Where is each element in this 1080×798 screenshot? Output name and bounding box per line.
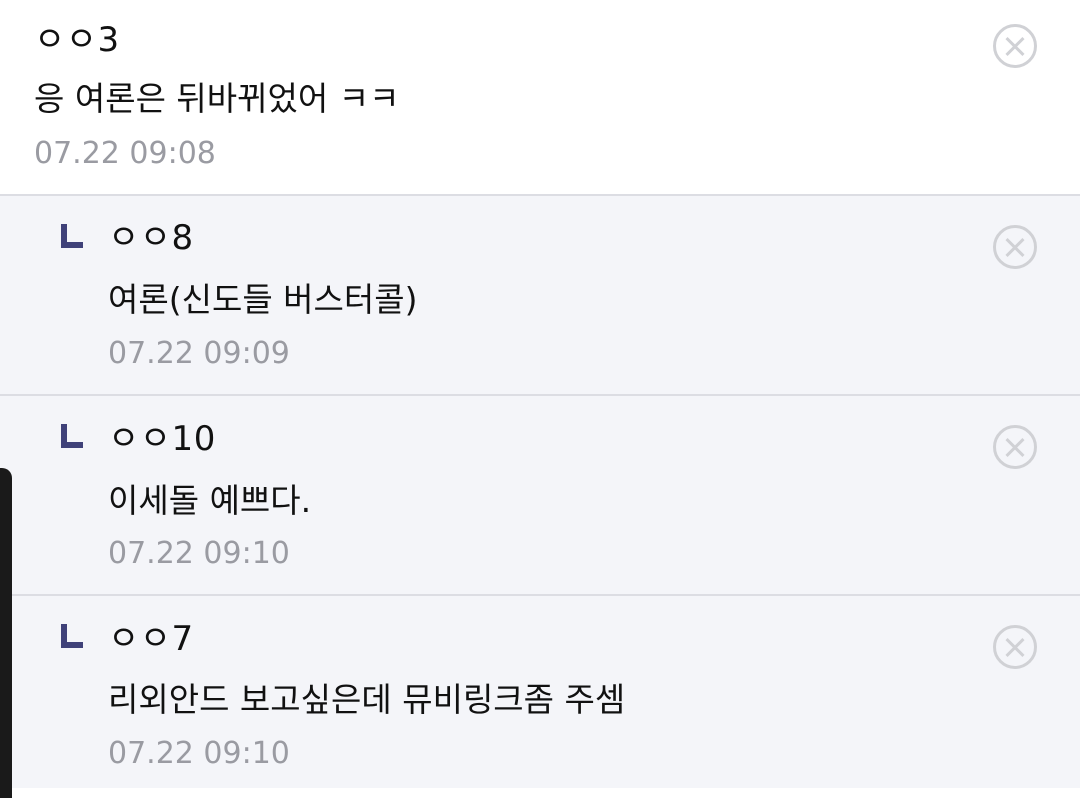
- reply-item: ㅇㅇ10 이세돌 예쁘다. 07.22 09:10: [0, 396, 1080, 594]
- comment-item: ㅇㅇ3 응 여론은 뒤바뀌었어 ㅋㅋ 07.22 09:08: [0, 0, 1080, 194]
- comment-timestamp: 07.22 09:10: [108, 536, 290, 571]
- comment-text: 여론(신도들 버스터콜): [108, 280, 418, 319]
- reply-item: ㅇㅇ8 여론(신도들 버스터콜) 07.22 09:09: [0, 196, 1080, 394]
- reply-arrow-icon: [61, 624, 83, 648]
- delete-comment-button[interactable]: [993, 625, 1037, 669]
- delete-comment-button[interactable]: [993, 425, 1037, 469]
- delete-comment-button[interactable]: [993, 24, 1037, 68]
- reply-arrow-icon: [61, 424, 83, 448]
- comment-author[interactable]: ㅇㅇ7: [108, 619, 194, 659]
- comment-timestamp: 07.22 09:10: [108, 736, 290, 771]
- comment-author[interactable]: ㅇㅇ10: [108, 419, 216, 459]
- comment-text: 이세돌 예쁘다.: [108, 481, 312, 520]
- reply-arrow-icon: [61, 224, 83, 248]
- reply-item: ㅇㅇ7 리외안드 보고싶은데 뮤비링크좀 주셈 07.22 09:10: [0, 596, 1080, 788]
- delete-comment-button[interactable]: [993, 225, 1037, 269]
- side-panel-edge[interactable]: [0, 468, 12, 798]
- comment-timestamp: 07.22 09:09: [108, 336, 290, 371]
- comment-text: 리외안드 보고싶은데 뮤비링크좀 주셈: [108, 680, 626, 719]
- comment-timestamp: 07.22 09:08: [34, 136, 216, 171]
- comment-author[interactable]: ㅇㅇ3: [34, 20, 120, 60]
- comment-author[interactable]: ㅇㅇ8: [108, 218, 194, 258]
- comment-text: 응 여론은 뒤바뀌었어 ㅋㅋ: [34, 79, 400, 118]
